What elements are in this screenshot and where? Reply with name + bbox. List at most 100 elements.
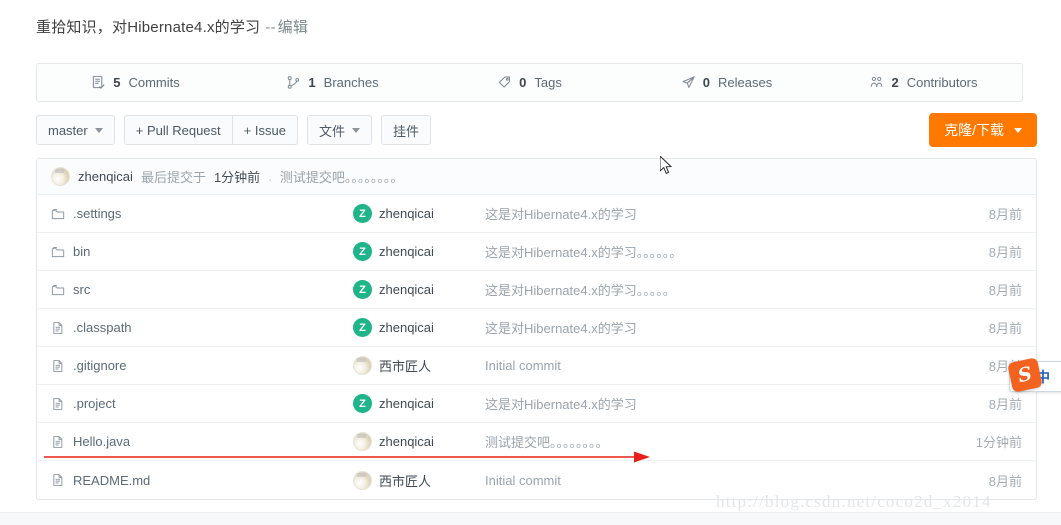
repo-stats-bar: 5 Commits 1 Branches 0 Tags 0 Releases 2… [36,63,1023,102]
latest-commit-prefix: 最后提交于 [140,170,206,185]
file-commit-message[interactable]: 这是对Hibernate4.x的学习 [485,204,926,223]
file-commit-message[interactable]: 测试提交吧。。。。。。。。 [485,432,926,451]
file-commit-time: 8月前 [988,321,1022,336]
branches-icon [286,75,301,90]
author-name[interactable]: zhenqicai [379,244,434,259]
file-commit-message[interactable]: 这是对Hibernate4.x的学习。。。。。 [485,280,926,299]
author-name[interactable]: zhenqicai [379,434,434,449]
author-name[interactable]: zhenqicai [379,320,434,335]
avatar: Z [353,204,372,223]
author-name[interactable]: zhenqicai [379,282,434,297]
file-name-cell: src [37,282,353,297]
avatar [353,470,372,490]
file-name-cell: .project [37,396,353,411]
repo-title-text: 重拾知识，对Hibernate4.x的学习 [36,19,261,36]
files-menu-label: 文件 [318,123,345,139]
table-row[interactable]: .settings Z zhenqicai 这是对Hibernate4.x的学习… [37,195,1036,233]
releases-label: Releases [718,75,773,90]
clone-download-button[interactable]: 克隆/下载 [929,113,1037,147]
chevron-down-icon [1014,127,1022,133]
chevron-down-icon [94,127,103,133]
file-commit-message[interactable]: Initial commit [485,358,926,373]
widget-button[interactable]: 挂件 [380,115,431,145]
file-link[interactable]: src [73,282,90,297]
file-icon [51,320,65,335]
contributors-label: Contributors [906,75,978,90]
tags-count: 0 [519,75,527,90]
file-listing-panel: zhenqicai 最后提交于 1分钟前 . 测试提交吧。。。。。。。。 .se… [36,158,1037,500]
latest-commit-message[interactable]: 测试提交吧。。。。。。。。 [280,167,404,186]
file-link[interactable]: .settings [73,206,121,221]
releases-icon [681,75,696,90]
file-author-cell: zhenqicai [353,432,485,451]
sogou-logo-icon[interactable]: S [1007,357,1043,393]
title-separator: -- [265,19,276,36]
folder-icon [51,206,65,221]
file-link[interactable]: bin [73,244,90,259]
table-row[interactable]: .gitignore 西市匠人 Initial commit 8月前 [37,347,1036,385]
file-name-cell: Hello.java [37,434,353,449]
file-link[interactable]: .gitignore [73,358,126,373]
stat-releases[interactable]: 0 Releases [628,75,825,90]
file-link[interactable]: README.md [73,473,150,488]
file-commit-message[interactable]: 这是对Hibernate4.x的学习。。。。。。 [485,242,926,261]
folder-icon [51,282,65,297]
folder-icon [51,244,65,259]
tags-label: Tags [534,75,562,90]
author-name[interactable]: zhenqicai [379,206,434,221]
file-commit-time: 1分钟前 [975,435,1022,450]
commits-icon [91,75,106,90]
file-commit-time: 8月前 [988,283,1022,298]
stat-commits[interactable]: 5 Commits [37,75,234,90]
issue-button[interactable]: + Issue [232,115,298,145]
commits-label: Commits [128,75,180,90]
table-row[interactable]: src Z zhenqicai 这是对Hibernate4.x的学习。。。。。 … [37,271,1036,309]
file-commit-message[interactable]: Initial commit [485,473,926,488]
author-name[interactable]: 西市匠人 [379,471,431,490]
tags-icon [497,75,512,90]
file-icon [51,396,65,411]
author-name[interactable]: zhenqicai [379,396,434,411]
commits-count: 5 [113,75,121,90]
table-row[interactable]: README.md 西市匠人 Initial commit 8月前 [37,461,1036,499]
file-commit-time: 8月前 [988,473,1022,489]
file-commit-message[interactable]: 这是对Hibernate4.x的学习 [485,318,926,337]
releases-count: 0 [702,75,711,90]
files-menu-button[interactable]: 文件 [306,115,372,145]
avatar: Z [353,318,372,337]
branches-count: 1 [308,75,316,90]
avatar: Z [353,280,372,299]
repo-toolbar: master + Pull Request + Issue 文件 挂件 [36,115,431,145]
file-icon [51,473,65,488]
chevron-down-icon [351,127,360,133]
latest-commit-separator: . [268,169,272,184]
file-author-cell: Z zhenqicai [353,280,485,299]
page-bottom-edge [0,512,1061,525]
pull-request-button[interactable]: + Pull Request [123,115,233,145]
table-row[interactable]: .classpath Z zhenqicai 这是对Hibernate4.x的学… [37,309,1036,347]
stat-branches[interactable]: 1 Branches [234,75,431,90]
repository-page: 重拾知识，对Hibernate4.x的学习 -- 编辑 5 Commits 1 … [0,0,1061,525]
latest-commit-author[interactable]: zhenqicai [78,169,133,184]
stat-contributors[interactable]: 2 Contributors [825,75,1022,90]
latest-commit-time: 1分钟前 [213,170,261,185]
edit-repo-link[interactable]: 编辑 [278,19,308,36]
table-row[interactable]: .project Z zhenqicai 这是对Hibernate4.x的学习 … [37,385,1036,423]
author-name[interactable]: 西市匠人 [379,356,431,375]
file-commit-time: 8月前 [988,245,1022,260]
file-commit-message[interactable]: 这是对Hibernate4.x的学习 [485,394,926,413]
stat-tags[interactable]: 0 Tags [431,75,628,90]
file-author-cell: Z zhenqicai [353,394,485,413]
file-link[interactable]: Hello.java [73,434,130,449]
branches-label: Branches [323,75,379,90]
file-name-cell: .gitignore [37,358,353,373]
avatar: Z [353,242,372,261]
table-row[interactable]: Hello.java zhenqicai 测试提交吧。。。。。。。。 1分钟前 [37,423,1036,461]
file-link[interactable]: .project [73,396,116,411]
file-link[interactable]: .classpath [73,320,132,335]
contributors-count: 2 [891,75,899,90]
table-row[interactable]: bin Z zhenqicai 这是对Hibernate4.x的学习。。。。。。… [37,233,1036,271]
branch-select-button[interactable]: master [36,115,115,145]
latest-commit-bar: zhenqicai 最后提交于 1分钟前 . 测试提交吧。。。。。。。。 [37,159,1036,195]
clone-download-label: 克隆/下载 [944,122,1004,138]
